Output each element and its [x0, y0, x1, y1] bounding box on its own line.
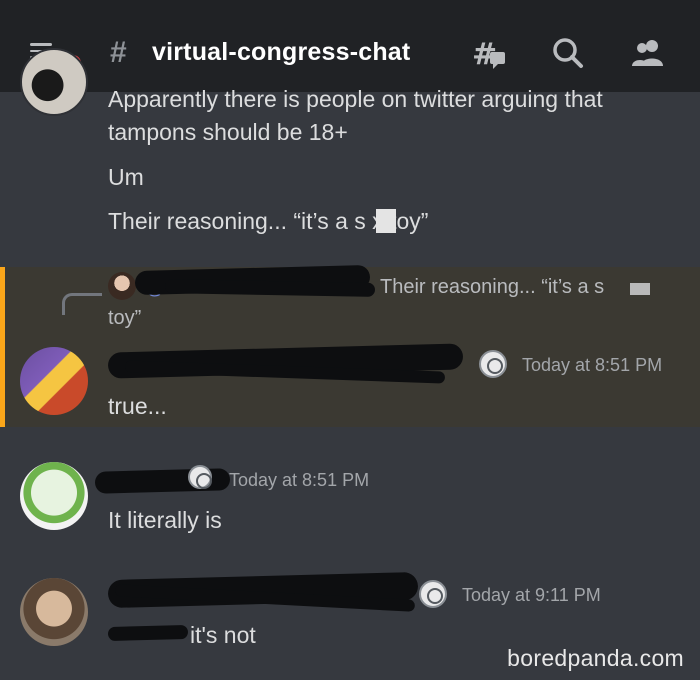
reply-preview[interactable]: toy” [108, 307, 141, 330]
channel-name[interactable]: virtual-congress-chat [152, 38, 410, 67]
members-icon[interactable] [628, 34, 668, 74]
redacted-text [107, 624, 189, 642]
censor-box [376, 209, 396, 233]
message-text: it's not [190, 622, 256, 648]
reply-preview[interactable]: Their reasoning... “it’s a s [380, 276, 604, 299]
congress-seal-icon [479, 350, 507, 378]
timestamp: Today at 8:51 PM [522, 355, 663, 375]
avatar[interactable] [20, 578, 88, 646]
hash-icon: # [110, 36, 127, 69]
censor-box [630, 283, 650, 295]
reply-avatar [108, 272, 136, 300]
avatar[interactable] [20, 347, 88, 415]
message-text: true... [108, 393, 167, 419]
timestamp: Today at 9:11 PM [462, 585, 601, 605]
message-text: tampons should be 18+ [108, 119, 348, 145]
congress-seal-icon [188, 465, 212, 489]
avatar[interactable] [20, 48, 88, 116]
timestamp: Today at 8:51 PM [229, 470, 370, 490]
threads-icon[interactable]: # [468, 34, 508, 74]
watermark: boredpanda.com [507, 645, 684, 671]
channel-header: 4k+ # virtual-congress-chat # [0, 0, 700, 92]
message-text: Apparently there is people on twitter ar… [108, 86, 603, 112]
reply-connector [62, 293, 102, 315]
message-text: It literally is [108, 507, 222, 533]
message-text: Um [108, 164, 144, 190]
search-icon[interactable] [548, 34, 588, 74]
congress-seal-icon [419, 580, 447, 608]
avatar[interactable] [20, 462, 88, 530]
